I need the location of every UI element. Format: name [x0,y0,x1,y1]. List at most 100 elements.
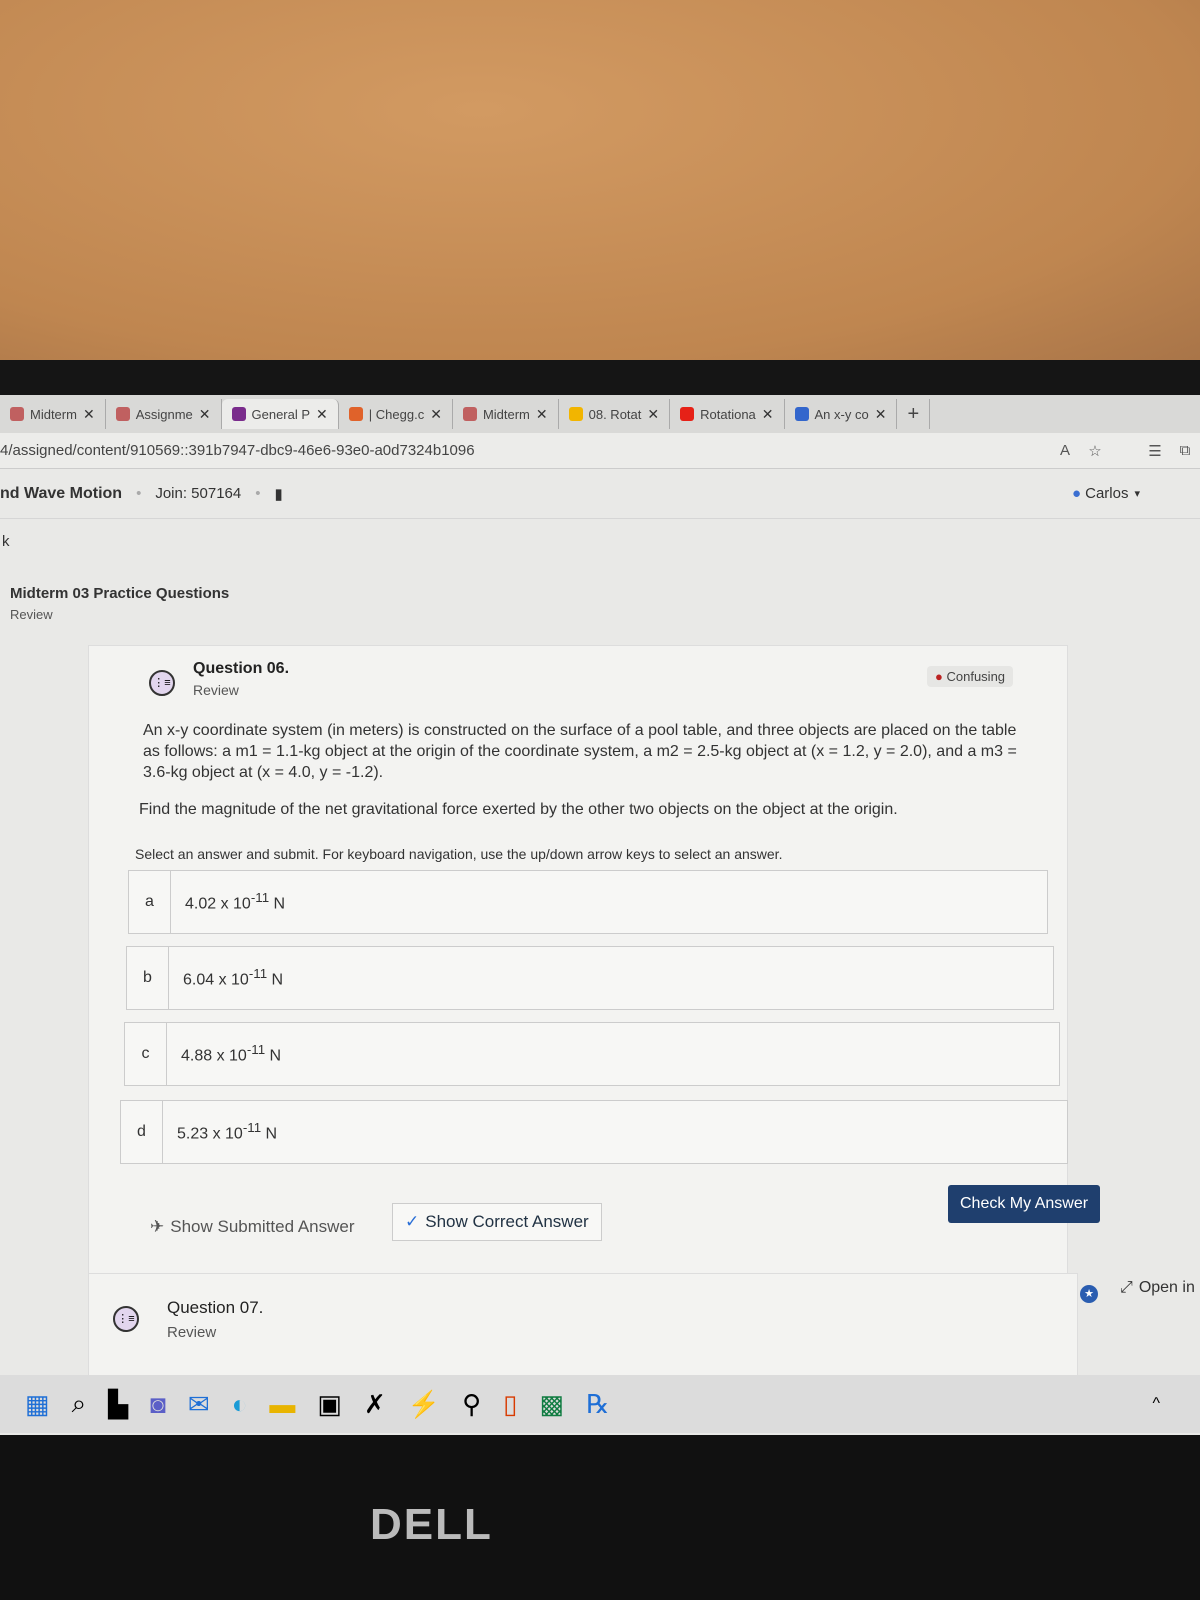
answer-option-b[interactable]: b 6.04 x 10-11 N [126,946,1054,1010]
windows-start-icon[interactable]: ▦ [25,1389,50,1420]
question-number: Question 06. [193,660,290,677]
close-icon[interactable]: ✕ [199,406,211,423]
teams-chat-icon[interactable]: ◙ [150,1389,166,1420]
edge-icon[interactable]: ◐ [232,1389,248,1420]
answer-option-d[interactable]: d 5.23 x 10-11 N [120,1100,1068,1164]
answer-instructions: Select an answer and submit. For keyboar… [135,846,783,862]
chegg-icon [348,407,363,421]
search-icon [794,407,809,421]
favorites-icon[interactable]: ☰ [1140,442,1170,460]
question-status: Review [167,1324,217,1341]
question-list-icon: ⋮≡ [149,670,175,696]
lightning-icon[interactable]: ⚡ [408,1389,440,1420]
screen: Midterm ✕ Assignme ✕ General P ✕ | Chegg.c ✕ Mid… [0,395,1200,1435]
check-my-answer-button[interactable]: Check My Answer [948,1185,1101,1223]
option-letter: a [129,871,171,933]
close-icon[interactable]: ✕ [875,406,887,423]
user-avatar-icon: ● [1072,485,1082,502]
monitor-bezel [0,360,1200,400]
browser-tab[interactable]: Assignme ✕ [106,399,222,429]
send-icon: ✈ [150,1217,165,1236]
task-view-icon[interactable]: ▙ [108,1389,128,1420]
browser-tab[interactable]: Midterm ✕ [0,399,106,429]
tab-label: Assignme [135,406,193,422]
browser-tab[interactable]: An x-y co ✕ [785,399,898,429]
close-icon[interactable]: ✕ [430,406,442,423]
document-icon [10,407,24,421]
answer-option-c[interactable]: c 4.88 x 10-11 N [124,1022,1060,1086]
option-value: 6.04 x 10-11 N [183,966,284,989]
collections-icon[interactable]: ⧉ [1170,442,1200,459]
star-icon[interactable]: ★ [1080,1285,1098,1303]
document-icon [462,407,477,421]
user-menu[interactable]: Carlos [1085,485,1128,502]
question-list-icon: ⋮≡ [113,1306,139,1332]
option-value: 5.23 x 10-11 N [177,1120,278,1143]
option-letter: b [127,947,169,1009]
question-status: Review [193,682,239,698]
search-icon[interactable]: ⌕ [72,1388,87,1420]
expand-icon: ⤢ [1120,1279,1133,1296]
browser-tab[interactable]: Midterm ✕ [453,399,559,429]
tab-label: Midterm [30,406,77,422]
tab-bar: Midterm ✕ Assignme ✕ General P ✕ | Chegg.c ✕ Mid… [0,395,1200,433]
check-circle-icon: ✓ [405,1212,420,1231]
show-correct-answer-button[interactable]: ✓ Show Correct Answer [392,1203,602,1241]
close-icon[interactable]: ✕ [536,406,548,423]
address-bar[interactable]: 4/assigned/content/910569::391b7947-dbc9… [0,433,1200,469]
document-icon [115,407,130,421]
confusing-badge[interactable]: ● Confusing [927,666,1014,687]
tab-label: Midterm [482,406,530,422]
excel-icon[interactable]: ▩ [539,1389,564,1420]
question-prompt: Find the magnitude of the net gravitatio… [139,801,898,818]
question-number: Question 07. [167,1298,264,1317]
chevron-up-icon[interactable]: ^ [1152,1395,1160,1413]
close-icon[interactable]: ✕ [762,406,774,423]
assignment-subtitle: Review [10,607,53,622]
back-link[interactable]: k [2,533,10,550]
url-text[interactable]: 4/assigned/content/910569::391b7947-dbc9… [0,442,1050,459]
office-icon[interactable]: ▯ [503,1389,517,1420]
favorite-icon[interactable]: ☆ [1080,442,1110,460]
t-logo-icon [231,407,246,421]
app-icon[interactable]: ℞ [586,1389,609,1420]
tool-icon[interactable]: ⚲ [462,1389,481,1420]
course-header: nd Wave Motion • Join: 507164 • ▮ ● Carl… [0,469,1200,519]
read-aloud-icon[interactable]: A [1050,442,1080,459]
dell-logo: DELL [370,1500,493,1549]
confused-face-icon: ● [935,669,943,684]
youtube-icon [680,407,695,421]
option-letter: c [125,1023,167,1085]
tab-label: 08. Rotat [588,406,642,422]
course-title: nd Wave Motion [0,484,123,502]
tab-label: General P [251,406,311,422]
open-in-button[interactable]: ⤢ Open in [1120,1279,1195,1297]
x-app-icon[interactable]: ✗ [364,1389,386,1420]
answer-option-a[interactable]: a 4.02 x 10-11 N [128,870,1048,934]
close-icon[interactable]: ✕ [647,406,659,423]
file-explorer-icon[interactable]: ▬ [269,1389,295,1420]
browser-tab[interactable]: General P ✕ [221,399,339,429]
question-text: An x-y coordinate system (in meters) is … [143,722,1017,781]
browser-tab[interactable]: 08. Rotat ✕ [559,399,671,429]
chevron-down-icon[interactable]: ▾ [1134,487,1140,500]
browser-tab[interactable]: | Chegg.c ✕ [339,399,453,429]
option-letter: d [121,1101,163,1163]
join-code: Join: 507164 [155,485,242,502]
book-icon[interactable]: ▮ [275,485,283,503]
tab-label: Rotationa [700,406,756,422]
new-tab-button[interactable]: + [897,399,931,429]
mail-icon[interactable]: ✉ [188,1389,210,1420]
tab-label: | Chegg.c [368,406,425,422]
option-value: 4.88 x 10-11 N [181,1042,282,1065]
option-value: 4.02 x 10-11 N [185,890,286,913]
close-icon[interactable]: ✕ [83,406,95,423]
taskbar: ▦ ⌕ ▙ ◙ ✉ ◐ ▬ ▣ ✗ ⚡ ⚲ ▯ ▩ ℞ ^ [0,1375,1200,1433]
tab-label: An x-y co [814,406,869,422]
browser-tab[interactable]: Rotationa ✕ [670,399,785,429]
wall-background [0,0,1200,365]
store-icon[interactable]: ▣ [317,1389,342,1420]
close-icon[interactable]: ✕ [316,406,328,423]
show-submitted-answer-button[interactable]: ✈ Show Submitted Answer [150,1217,355,1237]
assignment-title: Midterm 03 Practice Questions [10,585,230,602]
